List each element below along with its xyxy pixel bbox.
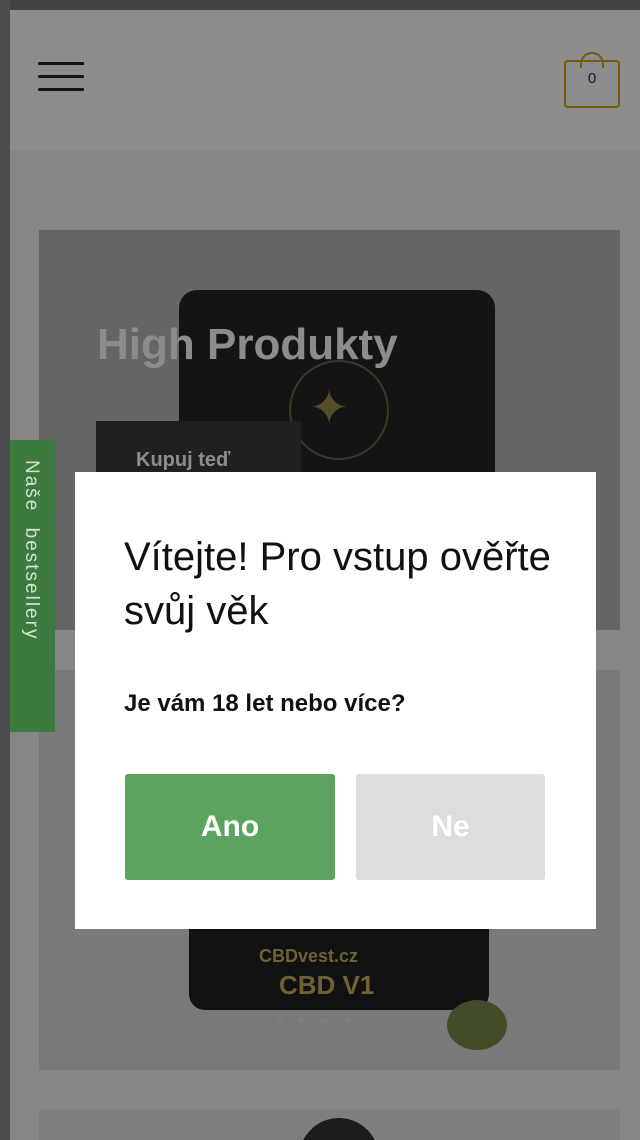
age-question: Je vám 18 let nebo více? xyxy=(124,690,406,717)
no-button[interactable]: Ne xyxy=(356,774,545,880)
yes-button[interactable]: Ano xyxy=(125,774,335,880)
dialog-title: Vítejte! Pro vstup ověřte svůj věk xyxy=(124,535,551,633)
age-verification-dialog: Vítejte! Pro vstup ověřte svůj věk Je vá… xyxy=(75,472,596,929)
side-tab-label: Naše bestsellery xyxy=(21,460,42,641)
bestsellers-side-tab[interactable]: Naše bestsellery xyxy=(10,440,55,732)
